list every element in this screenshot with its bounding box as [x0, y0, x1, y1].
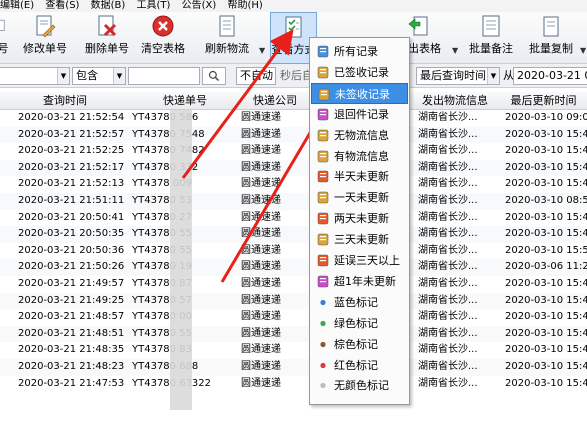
menu-item-all-records[interactable]: 所有记录: [311, 41, 408, 62]
menu-item-green-dot[interactable]: 绿色标记: [311, 313, 408, 334]
green-dot-icon: [316, 317, 330, 330]
menu-item-label: 绿色标记: [334, 316, 378, 330]
menu-item-no-color-dot[interactable]: 无颜色标记: [311, 375, 408, 396]
menu-item-label: 蓝色标记: [334, 295, 378, 309]
two-day-icon: [316, 212, 330, 225]
red-dot-icon: [316, 359, 330, 372]
blue-dot-icon: [316, 296, 330, 309]
half-day-icon: [316, 170, 330, 183]
menu-item-brown-dot[interactable]: 棕色标记: [311, 334, 408, 355]
menu-item-label: 超1年未更新: [334, 274, 396, 288]
no-color-dot-icon: [316, 379, 330, 392]
menu-item-label: 半天未更新: [334, 170, 389, 184]
menu-item-signed[interactable]: 已签收记录: [311, 62, 408, 83]
menu-item-unsigned[interactable]: 未签收记录: [311, 82, 408, 104]
view-mode-dropdown-menu: 所有记录已签收记录未签收记录退回件记录无物流信息有物流信息半天未更新一天未更新两…: [309, 37, 410, 405]
menu-item-label: 有物流信息: [334, 149, 389, 163]
arrow-to-view-mode: [181, 29, 294, 179]
no-logistics-icon: [316, 129, 330, 142]
menu-item-label: 棕色标记: [334, 337, 378, 351]
menu-item-label: 延误三天以上: [334, 254, 400, 267]
all-records-icon: [316, 45, 330, 58]
three-day-icon: [316, 233, 330, 246]
menu-item-has-logistics[interactable]: 有物流信息: [311, 146, 408, 167]
menu-item-two-day[interactable]: 两天未更新: [311, 208, 408, 229]
menu-item-label: 两天未更新: [334, 212, 389, 226]
menu-item-no-logistics[interactable]: 无物流信息: [311, 125, 408, 146]
menu-item-half-day[interactable]: 半天未更新: [311, 166, 408, 187]
signed-icon: [316, 66, 330, 79]
delay-icon: [316, 254, 330, 267]
menu-item-one-day[interactable]: 一天未更新: [311, 187, 408, 208]
over-year-icon: [316, 275, 330, 288]
menu-item-three-day[interactable]: 三天未更新: [311, 229, 408, 250]
menu-item-red-dot[interactable]: 红色标记: [311, 355, 408, 376]
menu-item-label: 无物流信息: [334, 128, 389, 142]
annotation-arrows: [181, 29, 334, 283]
has-logistics-icon: [316, 150, 330, 163]
menu-item-label: 三天未更新: [334, 233, 389, 247]
returned-icon: [316, 108, 330, 121]
menu-item-label: 红色标记: [334, 358, 378, 372]
menu-item-label: 退回件记录: [334, 107, 389, 121]
menu-item-label: 无颜色标记: [334, 379, 389, 393]
menu-item-over-year[interactable]: 超1年未更新: [311, 271, 408, 292]
menu-item-label: 一天未更新: [334, 191, 389, 205]
menu-item-delay[interactable]: 延误三天以上: [311, 250, 408, 271]
menu-item-label: 所有记录: [334, 45, 378, 58]
unsigned-icon: [317, 88, 331, 101]
menu-item-label: 已签收记录: [334, 65, 389, 79]
menu-item-returned[interactable]: 退回件记录: [311, 104, 408, 125]
brown-dot-icon: [316, 338, 330, 351]
menu-item-blue-dot[interactable]: 蓝色标记: [311, 292, 408, 313]
one-day-icon: [316, 191, 330, 204]
menu-item-label: 未签收记录: [335, 87, 390, 101]
